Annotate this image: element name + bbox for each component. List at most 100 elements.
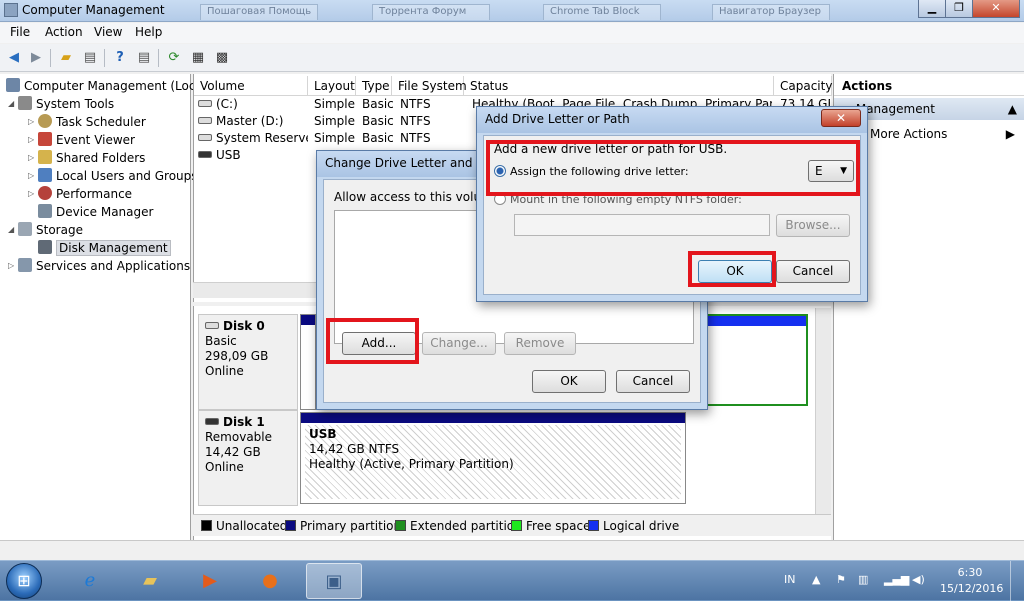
disk-0-type: Basic xyxy=(205,334,237,348)
start-button[interactable]: ⊞ xyxy=(6,563,42,599)
volume-speaker-icon[interactable]: ◀) xyxy=(912,573,925,586)
expand-arrow-icon[interactable]: ▷ xyxy=(28,185,38,203)
cancel-button[interactable]: Cancel xyxy=(776,260,850,283)
ok-button[interactable]: OK xyxy=(532,370,606,393)
tree-storage[interactable]: ◢ Storage xyxy=(8,221,83,239)
dialog-title[interactable]: Add Drive Letter or Path xyxy=(477,107,867,133)
refresh-icon[interactable]: ⟳ xyxy=(164,48,184,68)
media-player-icon[interactable]: ▶ xyxy=(182,563,238,599)
tree-local-users[interactable]: ▷ Local Users and Groups xyxy=(28,167,198,185)
maximize-button[interactable]: ❐ xyxy=(945,0,973,18)
column-header-capacity[interactable]: Capacity xyxy=(774,76,832,96)
change-button[interactable]: Change... xyxy=(422,332,496,355)
expand-arrow-icon[interactable]: ▷ xyxy=(8,257,18,275)
background-tab: Навигатор Браузер xyxy=(712,4,830,20)
submenu-arrow-icon: ▶ xyxy=(1005,127,1015,141)
disk-view-vertical-scrollbar[interactable] xyxy=(815,308,831,518)
action-center-flag-icon[interactable]: ⚑ xyxy=(836,573,846,586)
drive-icon xyxy=(198,134,212,141)
tree-root[interactable]: Computer Management (Local xyxy=(6,77,206,95)
toolbar-separator xyxy=(158,49,159,67)
computer-management-taskbar-icon[interactable]: ▣ xyxy=(306,563,362,599)
usb-device-icon[interactable]: ▥ xyxy=(858,573,868,586)
remove-button[interactable]: Remove xyxy=(504,332,576,355)
column-header-volume[interactable]: Volume xyxy=(194,76,308,96)
tree-performance[interactable]: ▷ Performance xyxy=(28,185,132,203)
tree-task-scheduler[interactable]: ▷ Task Scheduler xyxy=(28,113,146,131)
app-icon xyxy=(4,3,18,17)
toolbar-separator xyxy=(50,49,51,67)
show-desktop-button[interactable] xyxy=(1010,561,1024,601)
legend-extended-partition: Extended partition xyxy=(395,519,522,533)
rescan-disks-icon[interactable]: ▩ xyxy=(212,48,232,68)
volume-layout: Simple xyxy=(314,97,355,111)
volume-list-header: Volume Layout Type File System Status Ca… xyxy=(194,76,832,96)
column-header-type[interactable]: Type xyxy=(356,76,392,96)
menu-help[interactable]: Help xyxy=(135,25,162,39)
properties-icon[interactable]: ▦ xyxy=(188,48,208,68)
background-tab: Пошаговая Помощь xyxy=(200,4,318,20)
column-header-file-system[interactable]: File System xyxy=(392,76,467,96)
show-hide-tree-icon[interactable]: ▤ xyxy=(80,48,100,68)
section-collapse-icon[interactable]: ▲ xyxy=(1008,98,1017,120)
expand-arrow-icon[interactable]: ▷ xyxy=(28,131,38,149)
network-signal-icon[interactable]: ▂▄▆ xyxy=(884,573,909,586)
internet-explorer-icon[interactable]: ℯ xyxy=(62,563,118,599)
clock-date: 15/12/2016 xyxy=(940,582,1004,595)
expand-arrow-icon[interactable]: ▷ xyxy=(28,113,38,131)
menu-file[interactable]: File xyxy=(10,25,30,39)
drive-icon xyxy=(198,100,212,107)
dialog-close-button[interactable]: ✕ xyxy=(821,109,861,127)
up-folder-icon[interactable]: ▰ xyxy=(56,48,76,68)
partition-status: Healthy (Active, Primary Partition) xyxy=(309,457,514,471)
expand-arrow-icon[interactable]: ▷ xyxy=(28,167,38,185)
disk-1-status: Online xyxy=(205,460,244,474)
computer-icon xyxy=(6,78,20,92)
tree-device-manager[interactable]: Device Manager xyxy=(38,203,153,221)
close-button[interactable]: ✕ xyxy=(972,0,1020,18)
mount-folder-path-input[interactable] xyxy=(514,214,770,236)
users-icon xyxy=(38,168,52,182)
removable-disk-icon xyxy=(205,418,219,425)
title-bar[interactable]: Computer Management Пошаговая Помощь Тор… xyxy=(0,0,1024,22)
services-icon xyxy=(18,258,32,272)
clock-icon xyxy=(38,114,52,128)
window-title: Computer Management xyxy=(22,3,165,17)
cancel-button[interactable]: Cancel xyxy=(616,370,690,393)
toolbar-separator xyxy=(104,49,105,67)
file-explorer-icon[interactable]: ▰ xyxy=(122,563,178,599)
tree-system-tools[interactable]: ◢ System Tools xyxy=(8,95,114,113)
expand-arrow-icon[interactable]: ▷ xyxy=(28,149,38,167)
tree-event-viewer[interactable]: ▷ Event Viewer xyxy=(28,131,135,149)
column-header-layout[interactable]: Layout xyxy=(308,76,356,96)
tree-shared-folders[interactable]: ▷ Shared Folders xyxy=(28,149,145,167)
volume-type: Basic xyxy=(362,114,394,128)
system-clock[interactable]: 6:30 15/12/2016 xyxy=(940,565,1004,597)
disk-0-label[interactable]: Disk 0 Basic 298,09 GB Online xyxy=(198,314,298,410)
back-arrow-icon[interactable]: ◀ xyxy=(4,48,24,68)
volume-type: Basic xyxy=(362,131,394,145)
disk-1-label[interactable]: Disk 1 Removable 14,42 GB Online xyxy=(198,410,298,506)
partition-size: 14,42 GB NTFS xyxy=(309,442,400,456)
show-hidden-icons-icon[interactable]: ▲ xyxy=(812,573,820,586)
browse-button[interactable]: Browse... xyxy=(776,214,850,237)
forward-arrow-icon[interactable]: ▶ xyxy=(26,48,46,68)
help-icon[interactable]: ? xyxy=(110,48,130,68)
tree-disk-management[interactable]: Disk Management xyxy=(38,239,171,257)
menu-view[interactable]: View xyxy=(94,25,122,39)
minimize-button[interactable]: ▁ xyxy=(918,0,946,18)
menu-action[interactable]: Action xyxy=(45,25,83,39)
column-header-status[interactable]: Status xyxy=(464,76,774,96)
disk-0-partition[interactable] xyxy=(300,314,316,410)
legend-swatch xyxy=(395,520,406,531)
event-viewer-icon xyxy=(38,132,52,146)
collapse-arrow-icon[interactable]: ◢ xyxy=(8,95,18,113)
disk-0-extended-partition[interactable] xyxy=(706,314,808,406)
show-hide-action-pane-icon[interactable]: ▤ xyxy=(134,48,154,68)
tree-services[interactable]: ▷ Services and Applications xyxy=(8,257,190,275)
language-indicator[interactable]: IN xyxy=(784,573,795,586)
usb-partition[interactable]: USB 14,42 GB NTFS Healthy (Active, Prima… xyxy=(300,412,686,504)
firefox-icon[interactable]: ● xyxy=(242,563,298,599)
menu-bar: File Action View Help xyxy=(0,23,1024,43)
collapse-arrow-icon[interactable]: ◢ xyxy=(8,221,18,239)
